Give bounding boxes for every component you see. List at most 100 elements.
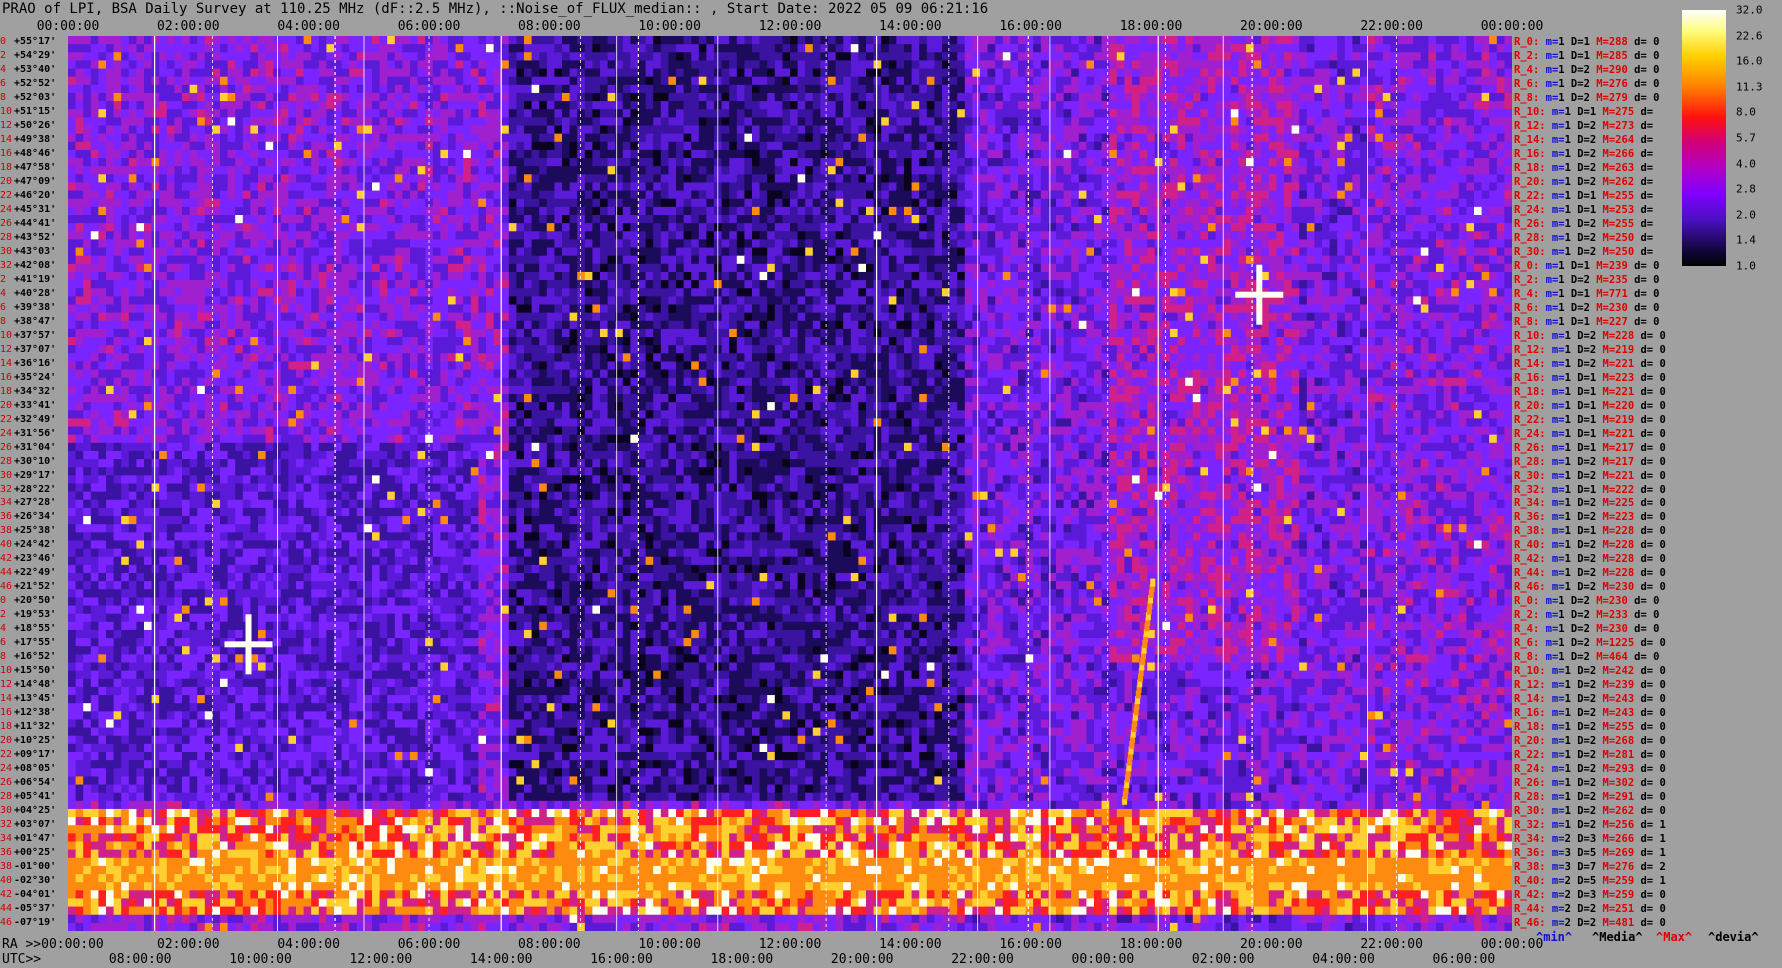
heatmap-cell bbox=[182, 206, 191, 216]
heatmap-cell bbox=[638, 76, 647, 86]
heatmap-cell bbox=[873, 36, 882, 45]
heatmap-cell bbox=[417, 36, 426, 45]
heatmap-cell bbox=[584, 190, 593, 200]
heatmap-cell bbox=[1109, 231, 1118, 241]
heatmap-cell bbox=[113, 141, 122, 151]
heatmap-cell bbox=[90, 117, 99, 127]
heatmap-cell bbox=[387, 206, 396, 216]
heatmap-cell bbox=[83, 239, 92, 249]
heatmap-cell bbox=[546, 223, 555, 232]
heatmap-cell bbox=[448, 231, 457, 241]
heatmap-cell bbox=[721, 158, 730, 167]
heatmap-cell bbox=[774, 223, 783, 232]
heatmap-cell bbox=[645, 36, 654, 45]
heatmap-cell bbox=[1124, 215, 1133, 224]
heatmap-cell bbox=[691, 206, 700, 216]
heatmap-cell bbox=[676, 92, 685, 102]
heatmap-cell bbox=[622, 166, 631, 175]
heatmap-cell bbox=[1352, 76, 1361, 86]
heatmap-cell bbox=[1071, 133, 1080, 143]
heatmap-cell bbox=[1063, 36, 1072, 45]
heatmap-cell bbox=[1253, 68, 1262, 78]
heatmap-cell bbox=[1177, 76, 1186, 86]
heatmap-cell bbox=[554, 60, 563, 70]
heatmap-cell bbox=[1420, 182, 1429, 192]
heatmap-cell bbox=[1002, 109, 1011, 118]
heatmap-cell bbox=[1078, 182, 1087, 192]
heatmap-cell bbox=[911, 68, 920, 78]
heatmap-cell bbox=[1116, 44, 1125, 53]
heatmap-cell bbox=[250, 76, 259, 86]
heatmap-cell bbox=[250, 166, 259, 175]
heatmap-cell bbox=[843, 52, 852, 62]
heatmap-cell bbox=[493, 92, 502, 102]
heatmap-cell bbox=[121, 117, 130, 127]
heatmap-cell bbox=[759, 109, 768, 118]
heatmap-cell bbox=[767, 68, 776, 78]
declination-label: 44 +22°49' bbox=[0, 568, 56, 578]
heatmap-cell bbox=[265, 141, 274, 151]
heatmap-cell bbox=[531, 101, 540, 110]
heatmap-cell bbox=[372, 84, 381, 94]
heatmap-cell bbox=[812, 206, 821, 216]
heatmap-cell bbox=[341, 109, 350, 118]
heatmap-cell bbox=[1094, 198, 1103, 208]
heatmap-cell bbox=[630, 68, 639, 78]
heatmap-cell bbox=[1329, 206, 1338, 216]
heatmap-cell bbox=[296, 44, 305, 53]
heatmap-cell bbox=[1101, 52, 1110, 62]
heatmap-cell bbox=[926, 141, 935, 151]
heatmap-cell bbox=[212, 84, 221, 94]
heatmap-cell bbox=[1474, 36, 1483, 45]
heatmap-cell bbox=[706, 101, 715, 110]
heatmap-cell bbox=[250, 215, 259, 224]
heatmap-cell bbox=[797, 149, 806, 159]
heatmap-cell bbox=[280, 84, 289, 94]
heatmap-cell bbox=[668, 223, 677, 232]
heatmap-cell bbox=[835, 174, 844, 184]
heatmap-cell bbox=[478, 36, 487, 45]
heatmap-cell bbox=[607, 92, 616, 102]
heatmap-cell bbox=[1002, 190, 1011, 200]
heatmap-cell bbox=[1132, 198, 1141, 208]
heatmap-cell bbox=[972, 141, 981, 151]
heatmap-cell bbox=[721, 223, 730, 232]
heatmap-cell bbox=[440, 166, 449, 175]
heatmap-cell bbox=[220, 182, 229, 192]
heatmap-cell bbox=[562, 84, 571, 94]
heatmap-cell bbox=[379, 36, 388, 45]
heatmap-cell bbox=[1094, 84, 1103, 94]
heatmap-cell bbox=[790, 52, 799, 62]
heatmap-cell bbox=[554, 36, 563, 45]
heatmap-cell bbox=[1337, 125, 1346, 135]
heatmap-cell bbox=[630, 125, 639, 135]
heatmap-cell bbox=[83, 133, 92, 143]
heatmap-cell bbox=[144, 52, 153, 62]
heatmap-cell bbox=[1185, 84, 1194, 94]
heatmap-cell bbox=[1276, 215, 1285, 224]
heatmap-cell bbox=[592, 36, 601, 45]
heatmap-cell bbox=[1375, 166, 1384, 175]
heatmap-cell bbox=[767, 182, 776, 192]
heatmap-cell bbox=[349, 60, 358, 70]
heatmap-cell bbox=[212, 117, 221, 127]
heatmap-cell bbox=[265, 52, 274, 62]
heatmap-cell bbox=[866, 36, 875, 45]
heatmap-cell bbox=[934, 190, 943, 200]
heatmap-cell bbox=[546, 166, 555, 175]
heatmap-cell bbox=[645, 101, 654, 110]
heatmap-cell bbox=[1496, 190, 1505, 200]
heatmap-cell bbox=[1094, 206, 1103, 216]
heatmap-cell bbox=[128, 125, 137, 135]
heatmap-cell bbox=[850, 223, 859, 232]
heatmap-cell bbox=[752, 44, 761, 53]
heatmap-cell bbox=[949, 231, 958, 241]
heatmap-cell bbox=[1033, 68, 1042, 78]
heatmap-cell bbox=[1375, 198, 1384, 208]
heatmap-cell bbox=[896, 190, 905, 200]
heatmap-cell bbox=[881, 36, 890, 45]
heatmap-cell bbox=[189, 174, 198, 184]
heatmap-cell bbox=[919, 92, 928, 102]
heatmap-cell bbox=[341, 190, 350, 200]
heatmap-cell bbox=[440, 190, 449, 200]
